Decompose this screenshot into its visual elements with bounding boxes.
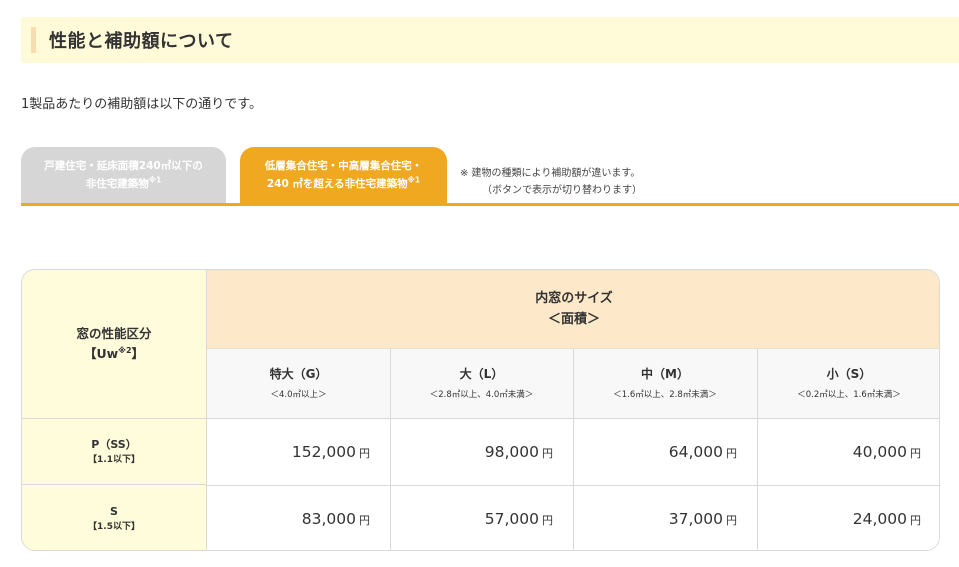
- table-cell: 40,000 円: [757, 419, 939, 485]
- subsidy-table: 窓の性能区分 【Uw※2】 内窓のサイズ ＜面積＞ 特大（G） ＜4.0㎡以上＞…: [21, 269, 940, 551]
- amount-unit: 円: [910, 513, 921, 527]
- tab-label-line2: 240 ㎡を超える非住宅建築物: [266, 178, 408, 190]
- building-type-tabs: 戸建住宅・延床面積240㎡以下の 非住宅建築物※1 低層集合住宅・中高層集合住宅…: [21, 147, 959, 206]
- tab-label-line1: 戸建住宅・延床面積240㎡以下の: [44, 160, 203, 172]
- amount-unit: 円: [726, 447, 737, 460]
- table-cell: 37,000 円: [573, 485, 757, 550]
- amount-value: 57,000: [484, 509, 539, 528]
- grid-line: [390, 349, 391, 550]
- column-range: ＜4.0㎡以上＞: [270, 389, 327, 400]
- table-cell: 98,000 円: [390, 419, 573, 485]
- performance-category-label: 窓の性能区分: [76, 326, 152, 341]
- grid-line: [207, 485, 939, 486]
- column-range: ＜2.8㎡以上、4.0㎡未満＞: [429, 389, 534, 400]
- uw-footnote-mark: ※2: [118, 345, 132, 355]
- amount-unit: 円: [359, 513, 370, 527]
- column-header-xl: 特大（G） ＜4.0㎡以上＞: [207, 349, 390, 419]
- amount-value: 98,000: [484, 443, 539, 461]
- heading-accent-bar: [31, 27, 36, 53]
- window-size-title: 内窓のサイズ: [535, 291, 613, 306]
- column-header-l: 大（L） ＜2.8㎡以上、4.0㎡未満＞: [390, 349, 573, 419]
- uw-label-suffix: 】: [131, 346, 145, 361]
- table-cell: 24,000 円: [757, 485, 939, 550]
- performance-category-header: 窓の性能区分 【Uw※2】: [22, 270, 207, 419]
- grade-name: P（SS）: [91, 437, 137, 451]
- tab-note-line2: （ボタンで表示が切り替わります）: [482, 185, 642, 196]
- tab-label-line2: 非住宅建築物: [85, 178, 149, 190]
- amount-unit: 円: [542, 513, 553, 527]
- row-header-p: P（SS） 【1.1以下】: [22, 419, 207, 485]
- tab-apartment[interactable]: 低層集合住宅・中高層集合住宅・ 240 ㎡を超える非住宅建築物※1: [240, 147, 447, 203]
- uw-label-prefix: 【Uw: [83, 346, 119, 361]
- tab-label-line1: 低層集合住宅・中高層集合住宅・: [264, 160, 423, 172]
- column-name: 小（S）: [826, 366, 872, 381]
- amount-value: 83,000: [301, 509, 356, 528]
- section-heading: 性能と補助額について: [21, 17, 959, 63]
- amount-value: 64,000: [668, 443, 723, 461]
- table-cell: 152,000 円: [207, 419, 390, 485]
- amount-unit: 円: [910, 447, 921, 460]
- window-size-subtitle: ＜面積＞: [547, 312, 600, 327]
- grid-line: [757, 349, 758, 550]
- column-name: 特大（G）: [269, 366, 328, 381]
- tab-note: ※ 建物の種類により補助額が違います。 （ボタンで表示が切り替わります）: [460, 165, 642, 199]
- amount-value: 24,000: [852, 509, 907, 528]
- column-header-s: 小（S） ＜0.2㎡以上、1.6㎡未満＞: [757, 349, 939, 419]
- grade-uw: 【1.1以下】: [88, 454, 140, 465]
- table-cell: 57,000 円: [390, 485, 573, 550]
- column-name: 大（L）: [459, 366, 504, 381]
- column-name: 中（M）: [641, 366, 689, 381]
- grade-name: S: [110, 504, 118, 518]
- tab-detached-house[interactable]: 戸建住宅・延床面積240㎡以下の 非住宅建築物※1: [21, 147, 226, 203]
- intro-text: 1製品あたりの補助額は以下の通りです。: [21, 97, 262, 112]
- amount-value: 37,000: [668, 509, 723, 528]
- row-header-s: S 【1.5以下】: [22, 485, 207, 550]
- tab-footnote-mark: ※1: [148, 175, 162, 185]
- table-cell: 64,000 円: [573, 419, 757, 485]
- grid-line: [573, 349, 574, 550]
- grade-uw: 【1.5以下】: [88, 521, 140, 532]
- tab-footnote-mark: ※1: [407, 175, 421, 185]
- amount-value: 152,000: [291, 443, 356, 461]
- column-range: ＜0.2㎡以上、1.6㎡未満＞: [797, 389, 901, 400]
- table-cell: 83,000 円: [207, 485, 390, 550]
- window-size-header: 内窓のサイズ ＜面積＞: [207, 270, 939, 349]
- amount-unit: 円: [359, 447, 370, 460]
- section-title: 性能と補助額について: [49, 31, 234, 52]
- amount-unit: 円: [542, 447, 553, 460]
- column-range: ＜1.6㎡以上、2.8㎡未満＞: [613, 389, 717, 400]
- column-header-m: 中（M） ＜1.6㎡以上、2.8㎡未満＞: [573, 349, 757, 419]
- amount-unit: 円: [726, 513, 737, 527]
- tab-note-line1: ※ 建物の種類により補助額が違います。: [460, 168, 641, 179]
- amount-value: 40,000: [852, 443, 907, 461]
